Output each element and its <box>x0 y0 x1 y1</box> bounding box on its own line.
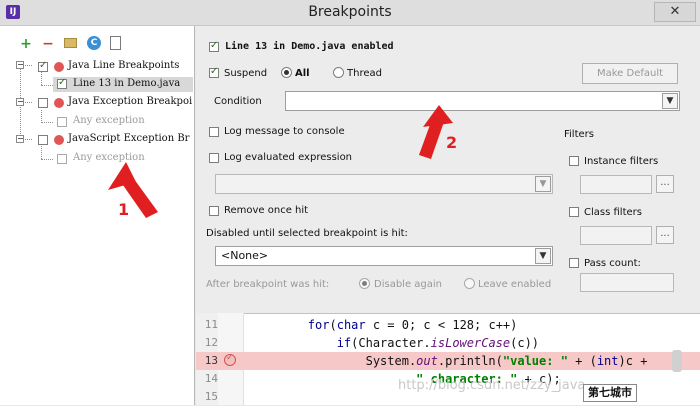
breakpoint-header: Line 13 in Demo.java enabled <box>225 41 394 52</box>
leave-enabled-radio[interactable] <box>464 278 475 289</box>
tree-item-checkbox[interactable] <box>57 117 67 127</box>
tree-item-label: Java Exception Breakpoi <box>68 96 193 107</box>
log-expression-label: Log evaluated expression <box>224 152 353 163</box>
pass-count-label: Pass count: <box>584 258 641 269</box>
log-message-label: Log message to console <box>224 126 345 137</box>
line-number: 12 <box>204 336 218 349</box>
add-breakpoint-button[interactable]: + <box>18 36 34 52</box>
title-bar: IJ Breakpoints ✕ <box>0 0 700 26</box>
instance-filters-label: Instance filters <box>584 156 659 167</box>
tree-item-line-13[interactable]: Line 13 in Demo.java <box>53 77 193 92</box>
tree-item-label: JavaScript Exception Br <box>68 133 190 144</box>
annotation-label-2: 2 <box>446 133 458 152</box>
tree-item-java-exception-breakpoints[interactable]: Java Exception Breakpoi <box>38 96 193 110</box>
code-line: 12 if(Character.isLowerCase(c)) <box>196 334 700 352</box>
annotation-label-1: 1 <box>118 200 130 219</box>
collapse-toggle-icon[interactable]: − <box>16 98 24 106</box>
line-number: 15 <box>204 390 218 403</box>
suspend-label: Suspend <box>224 68 268 79</box>
remove-once-hit-label: Remove once hit <box>224 205 309 216</box>
tree-item-label: Java Line Breakpoints <box>68 60 180 71</box>
window-title: Breakpoints <box>308 4 392 20</box>
code-text: System.out.println("value: " + (int)c + <box>250 354 648 368</box>
condition-label: Condition <box>214 96 262 107</box>
remove-breakpoint-button[interactable]: − <box>40 36 56 52</box>
log-expression-checkbox[interactable] <box>209 153 219 163</box>
group-by-class-icon[interactable]: C <box>87 36 101 50</box>
class-filters-input[interactable] <box>580 226 652 245</box>
breakpoint-marker-icon[interactable] <box>224 353 236 366</box>
collapse-toggle-icon[interactable]: − <box>16 135 24 143</box>
tree-item-label: Line 13 in Demo.java <box>73 78 181 89</box>
pass-count-checkbox[interactable] <box>569 258 579 268</box>
annotation-arrow-1 <box>108 162 158 218</box>
exception-breakpoint-icon <box>54 135 64 145</box>
document-icon[interactable] <box>110 36 121 50</box>
disabled-until-dropdown-icon[interactable]: ▼ <box>535 248 551 264</box>
log-expression-input[interactable] <box>215 174 553 194</box>
group-by-folder-icon[interactable] <box>64 38 77 48</box>
after-hit-label: After breakpoint was hit: <box>206 279 330 290</box>
tree-item-any-exception[interactable]: Any exception <box>53 115 193 129</box>
disable-again-radio[interactable] <box>359 278 370 289</box>
pass-count-input[interactable] <box>580 273 674 292</box>
suspend-all-label: All <box>295 68 310 79</box>
condition-input[interactable] <box>285 91 680 111</box>
tree-item-java-line-breakpoints[interactable]: Java Line Breakpoints <box>38 60 193 74</box>
make-default-button[interactable]: Make Default <box>582 63 678 84</box>
exception-breakpoint-icon <box>54 98 64 108</box>
suspend-checkbox[interactable] <box>209 66 219 78</box>
code-text: if(Character.isLowerCase(c)) <box>336 336 540 350</box>
close-button[interactable]: ✕ <box>654 2 696 22</box>
line-number: 14 <box>204 372 218 385</box>
log-message-checkbox[interactable] <box>209 127 219 137</box>
suspend-thread-label: Thread <box>347 68 382 79</box>
tree-item-checkbox[interactable] <box>57 154 67 164</box>
instance-filters-checkbox[interactable] <box>569 156 579 166</box>
leave-enabled-label: Leave enabled <box>478 279 552 290</box>
suspend-all-radio[interactable] <box>281 67 292 78</box>
tree-item-checkbox[interactable] <box>38 98 48 108</box>
log-expression-dropdown-icon[interactable]: ▼ <box>535 176 551 192</box>
breakpoint-icon <box>54 62 64 72</box>
code-line: 11 for(char c = 0; c < 128; c++) <box>196 316 700 334</box>
instance-filters-browse-button[interactable]: ... <box>656 175 674 193</box>
watermark-text: http://blog.csdn.net/zzy_java <box>398 378 586 393</box>
code-line: 13 System.out.println("value: " + (int)c… <box>196 352 700 370</box>
code-text: for(char c = 0; c < 128; c++) <box>307 318 518 332</box>
disabled-until-label: Disabled until selected breakpoint is hi… <box>206 228 408 239</box>
tree-item-checkbox[interactable] <box>38 60 48 72</box>
filters-title: Filters <box>564 129 594 140</box>
editor-scrollbar[interactable] <box>672 350 682 372</box>
enabled-checkbox[interactable] <box>209 40 219 52</box>
tree-item-label: Any exception <box>73 115 145 126</box>
suspend-thread-radio[interactable] <box>333 67 344 78</box>
class-filters-label: Class filters <box>584 207 642 218</box>
class-filters-browse-button[interactable]: ... <box>656 226 674 244</box>
class-filters-checkbox[interactable] <box>569 207 579 217</box>
disabled-until-select[interactable]: <None> <box>215 246 553 266</box>
instance-filters-input[interactable] <box>580 175 652 194</box>
remove-once-hit-checkbox[interactable] <box>209 206 219 216</box>
condition-dropdown-icon[interactable]: ▼ <box>662 93 678 109</box>
site-logo: 第七城市 <box>583 384 637 402</box>
tree-item-javascript-exception-breakpoints[interactable]: JavaScript Exception Br <box>38 133 193 147</box>
tree-item-checkbox[interactable] <box>57 77 67 89</box>
tree-item-checkbox[interactable] <box>38 135 48 145</box>
collapse-toggle-icon[interactable]: − <box>16 61 24 69</box>
line-number: 13 <box>204 354 218 367</box>
disable-again-label: Disable again <box>374 279 442 290</box>
line-number: 11 <box>204 318 218 331</box>
